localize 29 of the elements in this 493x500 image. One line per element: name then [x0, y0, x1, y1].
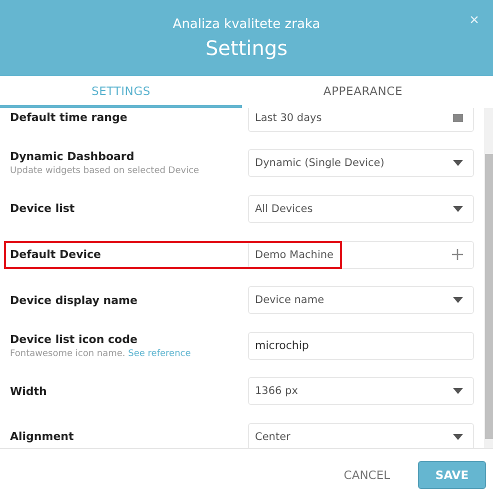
dropdown[interactable]: Device name [248, 286, 474, 314]
cancel-button[interactable]: CANCEL [340, 464, 394, 486]
dropdown[interactable]: Dynamic (Single Device) [248, 149, 474, 178]
caret-icon [453, 388, 463, 394]
dropdown[interactable]: All Devices [248, 194, 474, 223]
input-field[interactable]: microchip [248, 332, 474, 360]
plus-icon[interactable] [452, 249, 463, 260]
picker-field[interactable]: Demo Machine [248, 240, 474, 269]
setting-hint: Update widgets based on selected Device [10, 166, 200, 176]
caret-icon [453, 297, 463, 304]
setting-label: Width [10, 384, 48, 398]
dropdown[interactable]: Center [248, 422, 474, 448]
setting-label: Alignment [10, 430, 75, 444]
dashboard-name: Analiza kvalitete zraka [172, 16, 320, 32]
calendar-icon [453, 114, 463, 122]
setting-label: Device list [10, 202, 76, 216]
setting-label: Default Device [10, 248, 102, 262]
date-field[interactable]: Last 30 days [248, 108, 474, 132]
scrollbar[interactable] [484, 108, 493, 448]
dialog-title: Settings [205, 36, 288, 60]
caret-icon [453, 160, 463, 166]
setting-label: Device list icon code [10, 332, 138, 346]
setting-label: Default time range [10, 111, 128, 124]
setting-label: Device display name [10, 294, 138, 307]
setting-hint: Fontawesome icon name. See reference [10, 348, 192, 359]
dropdown[interactable]: 1366 px [248, 377, 474, 406]
caret-icon [453, 206, 463, 212]
caret-icon [453, 434, 463, 440]
setting-label: Dynamic Dashboard [10, 150, 136, 164]
